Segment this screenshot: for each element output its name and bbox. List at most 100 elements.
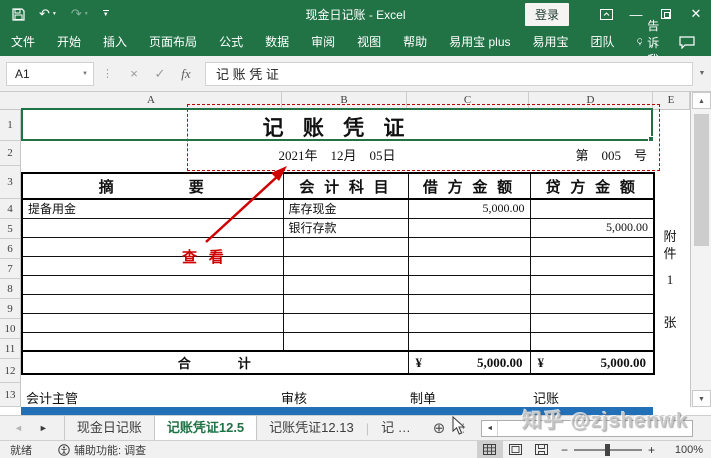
worksheet-area: A B C D E 1 2 3 4 5 6 7 8 9 10 11 12 13 … bbox=[0, 92, 711, 415]
tab-scroll-right-icon[interactable]: ► bbox=[39, 423, 48, 433]
customize-qat-icon: ▼ bbox=[103, 10, 109, 18]
name-box[interactable]: A1 ▼ bbox=[6, 62, 94, 86]
voucher-date: 2021年 12月 05日 bbox=[21, 145, 653, 164]
status-bar: 就绪 辅助功能: 调查 − + 100% bbox=[0, 440, 711, 458]
ribbon-tab-view[interactable]: 视图 bbox=[346, 28, 392, 56]
row-header-6[interactable]: 6 bbox=[0, 239, 21, 259]
customize-qat-button[interactable]: ▼ bbox=[103, 10, 109, 18]
sheet-tab-truncated[interactable]: 记 … bbox=[369, 416, 423, 441]
accessibility-status[interactable]: 辅助功能: 调查 bbox=[58, 442, 146, 458]
redo-dropdown-icon: ▼ bbox=[84, 11, 89, 17]
undo-button[interactable]: ↶▼ bbox=[39, 6, 57, 22]
comments-button[interactable] bbox=[679, 36, 695, 49]
enter-icon[interactable]: ✓ bbox=[147, 66, 173, 82]
row-header-4[interactable]: 4 bbox=[0, 199, 21, 219]
page-break-icon bbox=[535, 444, 548, 455]
row-header-12[interactable]: 12 bbox=[0, 359, 21, 383]
login-button[interactable]: 登录 bbox=[525, 3, 569, 26]
signature-preparer: 制单 bbox=[410, 388, 436, 407]
ribbon-tab-yiyongbao-plus[interactable]: 易用宝 plus bbox=[438, 28, 521, 56]
row-header-5[interactable]: 5 bbox=[0, 219, 21, 239]
title-bar: ↶▼ ↷▼ ▼ 现金日记账 - Excel 登录 — ✕ bbox=[0, 0, 711, 28]
voucher-row[interactable] bbox=[22, 294, 654, 313]
accessibility-icon bbox=[58, 444, 70, 456]
scroll-up-icon[interactable]: ▲ bbox=[692, 92, 711, 109]
sheet-tab-voucher-12-5[interactable]: 记账凭证12.5 bbox=[154, 416, 257, 441]
redo-icon: ↷ bbox=[71, 6, 82, 22]
row-header-2[interactable]: 2 bbox=[0, 141, 21, 166]
ribbon-tab-help[interactable]: 帮助 bbox=[392, 28, 438, 56]
row-header-8[interactable]: 8 bbox=[0, 279, 21, 299]
currency-symbol: ¥ bbox=[538, 355, 545, 371]
cancel-icon[interactable]: × bbox=[121, 66, 147, 81]
new-sheet-icon[interactable]: ⊕ bbox=[433, 419, 446, 437]
currency-symbol: ¥ bbox=[416, 355, 423, 371]
formula-input[interactable]: 记 账 凭 证 bbox=[205, 62, 693, 86]
row-header-10[interactable]: 10 bbox=[0, 319, 21, 339]
ribbon-tab-home[interactable]: 开始 bbox=[46, 28, 92, 56]
sheet-tab-voucher-12-13[interactable]: 记账凭证12.13 bbox=[257, 416, 366, 441]
voucher-header-row: 摘 要 会 计 科 目 借 方 金 额 贷 方 金 额 bbox=[22, 173, 654, 199]
redo-button[interactable]: ↷▼ bbox=[71, 6, 89, 22]
undo-icon: ↶ bbox=[39, 6, 50, 22]
voucher-row[interactable] bbox=[22, 313, 654, 332]
attachment-unit: 张 bbox=[662, 312, 678, 331]
close-button[interactable]: ✕ bbox=[681, 0, 711, 28]
page-layout-view-button[interactable] bbox=[503, 441, 529, 458]
sheet-tab-cash-journal[interactable]: 现金日记账 bbox=[65, 416, 154, 441]
zoom-slider-thumb[interactable] bbox=[605, 444, 610, 456]
header-credit: 贷 方 金 额 bbox=[530, 173, 654, 199]
hscroll-left-icon[interactable]: ◄ bbox=[482, 421, 498, 436]
row-header-13[interactable]: 13 bbox=[0, 383, 21, 407]
lightbulb-icon bbox=[637, 35, 643, 49]
zoom-slider[interactable] bbox=[574, 449, 642, 451]
voucher-row[interactable] bbox=[22, 256, 654, 275]
row-header-7[interactable]: 7 bbox=[0, 259, 21, 279]
ribbon-tab-formulas[interactable]: 公式 bbox=[208, 28, 254, 56]
page-break-view-button[interactable] bbox=[529, 441, 555, 458]
voucher-row[interactable] bbox=[22, 237, 654, 256]
fill-handle[interactable] bbox=[648, 136, 654, 142]
voucher-table: 摘 要 会 计 科 目 借 方 金 额 贷 方 金 额 提备用金库存现金5,00… bbox=[21, 172, 655, 375]
ribbon-tab-page-layout[interactable]: 页面布局 bbox=[138, 28, 208, 56]
row-header-11[interactable]: 11 bbox=[0, 339, 21, 359]
voucher-row[interactable] bbox=[22, 275, 654, 294]
status-mode: 就绪 bbox=[10, 442, 32, 458]
vertical-scrollbar-thumb[interactable] bbox=[694, 114, 709, 246]
selected-cell-border bbox=[21, 108, 653, 141]
comment-icon bbox=[679, 36, 695, 49]
total-credit-cell: ¥5,000.00 bbox=[530, 351, 654, 374]
ribbon-tab-file[interactable]: 文件 bbox=[0, 28, 46, 56]
ribbon-tab-data[interactable]: 数据 bbox=[254, 28, 300, 56]
annotation-arrow bbox=[200, 162, 300, 254]
tab-scroll-left-icon[interactable]: ◄ bbox=[14, 423, 23, 433]
zoom-out-icon[interactable]: − bbox=[561, 443, 568, 457]
formula-bar: A1 ▼ ⋮ × ✓ fx 记 账 凭 证 ▼ bbox=[0, 56, 711, 92]
formula-bar-expand-icon[interactable]: ▼ bbox=[693, 70, 711, 77]
zoom-in-icon[interactable]: + bbox=[648, 443, 655, 457]
header-debit: 借 方 金 额 bbox=[408, 173, 530, 199]
scroll-down-icon[interactable]: ▼ bbox=[692, 390, 711, 407]
save-icon[interactable] bbox=[12, 8, 25, 21]
voucher-total-row: 合 计 ¥5,000.00 ¥5,000.00 bbox=[22, 351, 654, 374]
voucher-row[interactable] bbox=[22, 332, 654, 351]
signature-accounting-supervisor: 会计主管 bbox=[26, 388, 78, 407]
ribbon-tab-yiyongbao[interactable]: 易用宝 bbox=[522, 28, 580, 56]
formula-bar-divider: ⋮ bbox=[102, 67, 113, 80]
ribbon-tab-team[interactable]: 团队 bbox=[580, 28, 626, 56]
ribbon-tab-review[interactable]: 审阅 bbox=[300, 28, 346, 56]
voucher-row[interactable]: 提备用金库存现金5,000.00 bbox=[22, 199, 654, 218]
ribbon-display-options-button[interactable] bbox=[591, 0, 621, 28]
ribbon-tab-insert[interactable]: 插入 bbox=[92, 28, 138, 56]
quick-access-toolbar: ↶▼ ↷▼ ▼ bbox=[12, 6, 109, 22]
row-header-9[interactable]: 9 bbox=[0, 299, 21, 319]
total-debit: 5,000.00 bbox=[477, 355, 523, 371]
zoom-level[interactable]: 100% bbox=[669, 444, 703, 456]
row-header-3[interactable]: 3 bbox=[0, 166, 21, 199]
insert-function-icon[interactable]: fx bbox=[173, 66, 199, 82]
normal-view-button[interactable] bbox=[477, 441, 503, 458]
ribbon-tab-bar: 文件 开始 插入 页面布局 公式 数据 审阅 视图 帮助 易用宝 plus 易用… bbox=[0, 28, 711, 56]
row-header-1[interactable]: 1 bbox=[0, 110, 21, 141]
voucher-row[interactable]: 银行存款5,000.00 bbox=[22, 218, 654, 237]
vertical-scrollbar[interactable]: ▲ ▼ bbox=[690, 92, 711, 407]
